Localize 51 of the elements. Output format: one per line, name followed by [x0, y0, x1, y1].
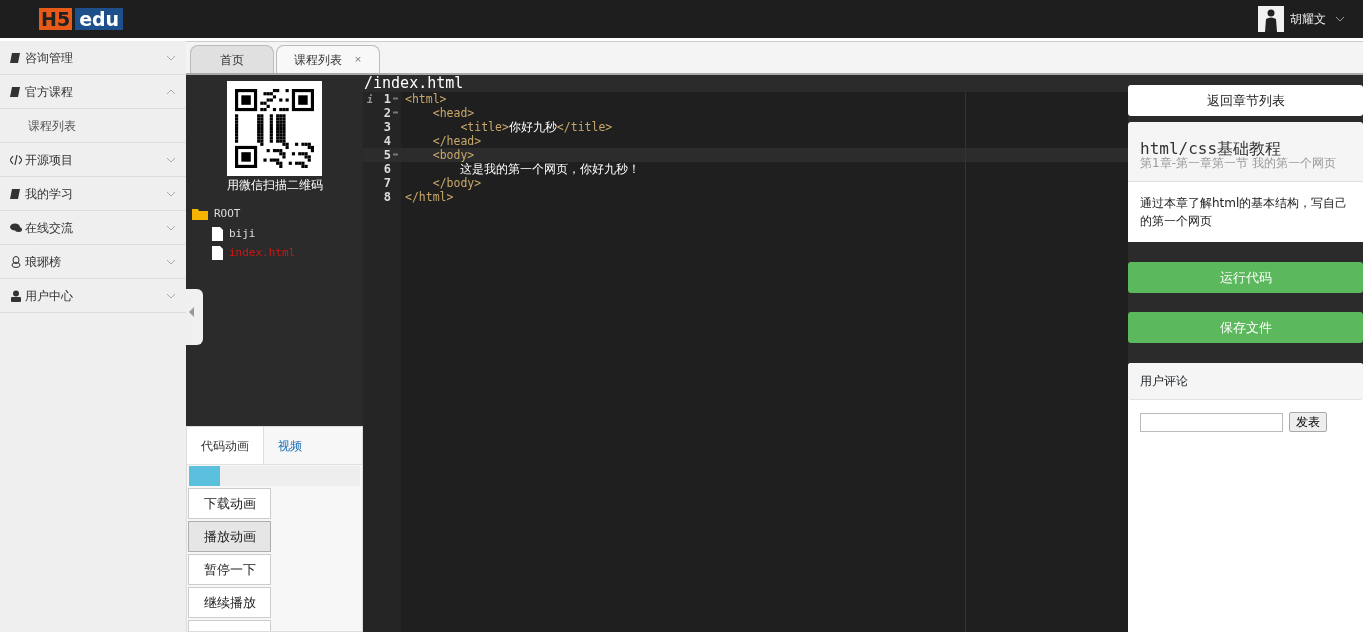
code-line: </body> [431, 176, 483, 190]
submit-button[interactable]: 发表 [1289, 412, 1327, 432]
course-title: html/css基础教程 [1140, 140, 1282, 157]
code-line: <title>你好九秒</title> [459, 120, 614, 134]
chapter-title: 第1章-第一章第一节 我的第一个网页 [1140, 157, 1337, 169]
chevron-down-icon [1335, 16, 1345, 22]
line-number: 2 [383, 106, 391, 120]
line-number: 4 [383, 134, 391, 148]
tab[interactable]: 视频 [264, 427, 316, 464]
penguin-icon [10, 255, 22, 268]
fold-icon [392, 111, 398, 114]
comments-title: 用户评论 [1128, 363, 1363, 400]
qr-caption: 用微信扫描二维码 [226, 177, 323, 194]
collapse-handle[interactable] [186, 289, 203, 345]
fold-icon [392, 97, 398, 100]
line-number: 8 [383, 190, 391, 204]
tab[interactable]: 首页 [190, 45, 274, 73]
chat-icon [10, 221, 22, 234]
close-icon[interactable]: × [354, 52, 362, 67]
back-button[interactable]: 返回章节列表 [1128, 85, 1363, 116]
animation-button[interactable]: 播放动画 [188, 521, 271, 552]
avatar-icon [1258, 6, 1284, 32]
animation-button[interactable]: 下载动画 [188, 488, 271, 519]
tab[interactable]: 课程列表 × [276, 45, 380, 73]
code-line: <head> [431, 106, 476, 120]
line-number: 5 [383, 148, 391, 162]
code-line: 这是我的第一个网页，你好九秒！ [459, 162, 642, 176]
animation-button[interactable]: 暂停一下 [188, 554, 271, 585]
fold-icon [392, 153, 398, 156]
file-icon [212, 226, 223, 241]
line-number: 3 [383, 120, 391, 134]
line-number: 6 [383, 162, 391, 176]
file-path: /index.html [363, 75, 1128, 92]
line-number: 7 [383, 176, 391, 190]
code-icon [10, 153, 22, 166]
tab[interactable]: 代码动画 [187, 427, 264, 464]
arrow-left-icon [189, 307, 195, 317]
comment-field[interactable] [1140, 412, 1283, 432]
code-line: </html> [404, 190, 455, 204]
lesson-description: 通过本章了解html的基本结构，写自己的第一个网页 [1128, 182, 1363, 242]
tree-item[interactable]: biji [192, 225, 363, 242]
code-line: <html> [404, 92, 448, 106]
code-line: </head> [431, 134, 483, 148]
file-icon [212, 246, 223, 261]
line-number: 1 [383, 92, 391, 106]
user-menu[interactable]: 胡耀文 [1258, 6, 1345, 32]
folder-icon [192, 207, 208, 222]
tree-item[interactable]: ROOT [192, 206, 363, 223]
animation-button[interactable]: 继续播放 [188, 587, 271, 618]
user-icon [10, 289, 22, 302]
info-icon: i [367, 92, 374, 107]
